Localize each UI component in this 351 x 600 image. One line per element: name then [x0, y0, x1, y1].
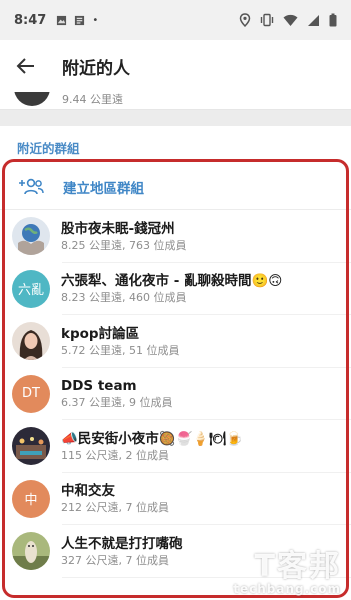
watermark-logo-text: T客邦 — [254, 549, 341, 584]
group-meta: 8.23 公里遠, 460 位成員 — [61, 291, 187, 305]
section-header: 附近的群組 — [17, 141, 80, 156]
back-arrow-icon[interactable] — [14, 54, 38, 78]
status-time: 8:47 — [14, 12, 47, 28]
page-title: 附近的人 — [62, 58, 130, 79]
list-item[interactable]: DT DDS team 6.37 公里遠, 9 位成員 — [0, 368, 351, 421]
previous-user-row[interactable]: 9.44 公里遠 — [0, 92, 351, 110]
status-bar: 8:47 • — [0, 0, 351, 40]
group-name: 人生不就是打打嘴砲 — [61, 535, 183, 552]
group-meta: 212 公尺遠, 7 位成員 — [61, 501, 169, 515]
add-group-icon — [19, 178, 44, 194]
group-name: 📣民安街小夜市🥘🍧🍦🍽🍺 — [61, 430, 244, 447]
avatar: 六亂 — [12, 269, 50, 308]
avatar — [12, 217, 50, 256]
signal-icon — [308, 14, 319, 26]
group-name: 中和交友 — [61, 483, 115, 500]
avatar — [12, 322, 50, 361]
avatar — [12, 427, 50, 466]
list-item[interactable]: 六亂 六張犁、通化夜市 - 亂聊殺時間🙂🙃 8.23 公里遠, 460 位成員 — [0, 263, 351, 316]
photo-notification-icon — [57, 15, 67, 25]
group-meta: 115 公尺遠, 2 位成員 — [61, 448, 169, 462]
group-name: 股市夜未眠-錢冠州 — [61, 220, 175, 237]
avatar-initials: 中 — [24, 493, 38, 509]
wifi-icon — [283, 14, 298, 26]
group-meta: 327 公尺遠, 7 位成員 — [61, 553, 169, 567]
avatar — [14, 92, 50, 106]
watermark: T客邦 techbang.com — [233, 549, 341, 597]
group-meta: 8.25 公里遠, 763 位成員 — [61, 238, 187, 252]
group-meta: 5.72 公里遠, 51 位成員 — [61, 343, 180, 357]
avatar-initials: 六亂 — [17, 283, 44, 299]
group-meta: 6.37 公里遠, 9 位成員 — [61, 396, 173, 410]
list-item[interactable]: 📣民安街小夜市🥘🍧🍦🍽🍺 115 公尺遠, 2 位成員 — [0, 420, 351, 473]
nearby-groups-section: 附近的群組 建立地區群組 股市夜未眠-錢冠州 8.25 公里遠, 763 位成員 — [0, 126, 351, 600]
previous-user-distance: 9.44 公里遠 — [62, 93, 123, 106]
vibrate-icon — [260, 13, 274, 27]
list-item[interactable]: 股市夜未眠-錢冠州 8.25 公里遠, 763 位成員 — [0, 210, 351, 263]
app-toolbar: 附近的人 — [0, 40, 351, 92]
status-dot: • — [92, 14, 99, 26]
list-item[interactable]: 中 中和交友 212 公尺遠, 7 位成員 — [0, 473, 351, 526]
news-notification-icon — [75, 15, 85, 25]
battery-icon — [329, 13, 337, 27]
avatar: 中 — [12, 479, 50, 518]
group-name: kpop討論區 — [61, 325, 140, 342]
watermark-domain: techbang.com — [233, 582, 341, 596]
group-name: 六張犁、通化夜市 - 亂聊殺時間🙂🙃 — [61, 273, 283, 290]
group-name: DDS team — [61, 378, 137, 395]
avatar-initials: DT — [22, 386, 40, 402]
create-local-group-button[interactable]: 建立地區群組 — [0, 164, 351, 210]
list-item[interactable]: kpop討論區 5.72 公里遠, 51 位成員 — [0, 315, 351, 368]
avatar — [12, 532, 50, 571]
avatar: DT — [12, 374, 50, 413]
location-icon — [239, 13, 251, 27]
create-group-label: 建立地區群組 — [63, 180, 144, 197]
